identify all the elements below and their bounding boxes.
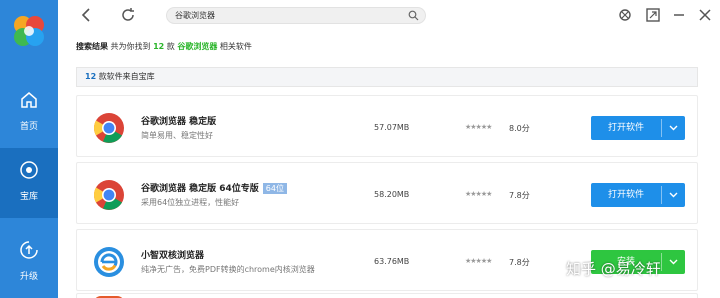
rating-score: 7.8分 [509,191,530,200]
app-logo-icon [14,16,44,46]
search-input[interactable]: 谷歌浏览器 [166,7,426,24]
top-bar: 谷歌浏览器 [58,0,720,30]
list-item[interactable]: 谷歌浏览器 稳定版 简单易用、稳定性好 57.07MB ★★★★★ 8.0分 打… [76,95,698,157]
chrome-icon [93,180,124,210]
sidebar-item-home[interactable]: 首页 [0,78,58,148]
open-software-button[interactable]: 打开软件 [591,116,685,140]
source-count-bar: 12 款软件来自宝库 [76,67,698,87]
button-label: 打开软件 [607,190,644,200]
settings-icon[interactable] [616,6,634,24]
app-description: 简单易用、稳定性好 [141,131,213,140]
sidebar-item-label: 升级 [19,272,38,282]
chevron-down-icon[interactable] [662,116,685,140]
rating-stars: ★★★★★ [465,257,492,265]
result-unit: 款 [166,42,175,51]
refresh-icon[interactable] [119,6,137,24]
open-software-button[interactable]: 打开软件 [591,183,685,207]
minimize-icon[interactable] [670,6,688,24]
treasury-icon [20,161,38,179]
result-prefix: 共为你找到 [110,42,151,51]
app-description: 采用64位独立进程，性能好 [141,198,240,207]
rating-score: 7.8分 [509,258,530,267]
upgrade-icon [20,241,38,259]
source-count-text: 款软件来自宝库 [98,72,155,81]
rating-stars: ★★★★★ [465,190,492,198]
app-size: 58.20MB [374,190,410,199]
app-name: 谷歌浏览器 稳定版 [141,117,217,127]
home-icon [21,92,37,108]
rating-score: 8.0分 [509,124,530,133]
app-name: 小智双核浏览器 [141,251,205,261]
sidebar-item-treasury[interactable]: 宝库 [0,148,58,218]
list-item[interactable] [76,293,698,298]
result-suffix: 相关软件 [219,42,252,51]
result-count: 12 [153,42,165,51]
app-description: 纯净无广告，免费PDF转换的chrome内核浏览器 [141,265,315,274]
search-icon[interactable] [408,10,419,21]
search-result-summary: 搜索结果 共为你找到 12 款 谷歌浏览器 相关软件 [76,41,252,52]
version-tag: 64位 [262,183,287,194]
app-window: 首页 宝库 升级 谷歌浏览器 搜索结果 共为你找到 12 款 谷歌浏览器 相关软… [0,0,720,298]
sidebar-item-upgrade[interactable]: 升级 [0,228,58,298]
result-label: 搜索结果 [76,42,108,51]
sidebar-item-label: 首页 [19,122,38,132]
sidebar-item-label: 宝库 [19,192,38,202]
sidebar: 首页 宝库 升级 [0,0,58,298]
search-value: 谷歌浏览器 [175,11,215,20]
source-count: 12 [85,72,97,81]
list-item[interactable]: 谷歌浏览器 稳定版 64位专版 64位 采用64位独立进程，性能好 58.20MB… [76,162,698,224]
chevron-down-icon[interactable] [662,183,685,207]
e-browser-icon [94,247,124,277]
close-icon[interactable] [696,6,714,24]
restore-icon[interactable] [644,6,662,24]
back-icon[interactable] [78,6,96,24]
rating-stars: ★★★★★ [465,123,492,131]
watermark: 知乎 @易冷轩 [566,260,661,278]
result-keyword: 谷歌浏览器 [177,42,218,51]
button-label: 打开软件 [607,123,644,133]
chrome-icon [93,113,124,143]
app-size: 63.76MB [374,257,410,266]
app-size: 57.07MB [374,123,410,132]
chevron-down-icon[interactable] [662,250,685,274]
app-name: 谷歌浏览器 稳定版 64位专版 64位 [141,181,287,194]
